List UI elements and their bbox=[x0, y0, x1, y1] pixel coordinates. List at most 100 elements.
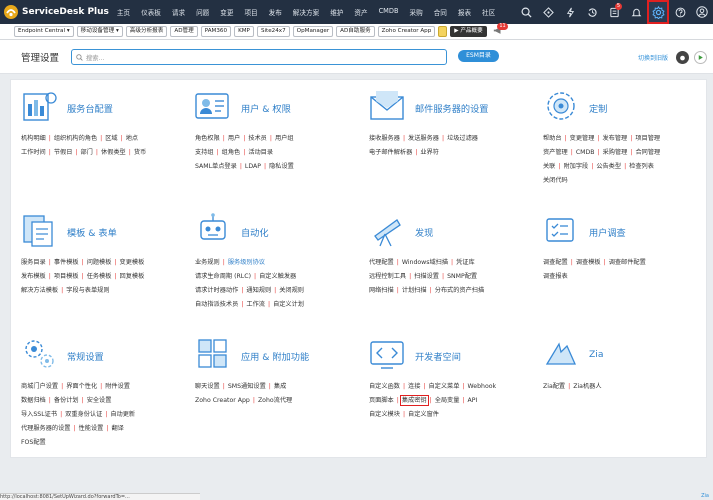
settings-link[interactable]: 工作流 bbox=[246, 301, 265, 308]
product-button[interactable]: Site24x7 bbox=[256, 26, 290, 37]
settings-link[interactable]: 公告类型 bbox=[596, 163, 621, 170]
nav-item[interactable]: 变更 bbox=[220, 7, 233, 17]
nav-item[interactable]: 维护 bbox=[330, 7, 343, 17]
settings-link[interactable]: 机构明细 bbox=[21, 135, 46, 142]
card-title[interactable]: 开发者空间 bbox=[415, 349, 461, 363]
settings-link[interactable]: 聊天设置 bbox=[195, 383, 220, 390]
settings-link[interactable]: SNMP配置 bbox=[447, 273, 477, 280]
settings-link[interactable]: 商城门户设置 bbox=[21, 383, 58, 390]
settings-link[interactable]: 自定义菜单 bbox=[429, 383, 460, 390]
settings-link[interactable]: 服务级别协议 bbox=[228, 259, 265, 266]
settings-link[interactable]: 休假类型 bbox=[101, 149, 126, 156]
nav-item[interactable]: 合同 bbox=[434, 7, 447, 17]
settings-link[interactable]: 回复模板 bbox=[120, 273, 145, 280]
settings-link[interactable]: 页面脚本 bbox=[369, 397, 394, 404]
reminders-icon[interactable]: 5 bbox=[603, 0, 625, 24]
settings-link[interactable]: 部门 bbox=[81, 149, 93, 156]
play-store-icon[interactable] bbox=[694, 51, 707, 64]
settings-link[interactable]: 自定义计划 bbox=[273, 301, 304, 308]
card-title[interactable]: 邮件服务器的设置 bbox=[415, 101, 489, 115]
settings-link[interactable]: 性能设置 bbox=[79, 425, 104, 432]
settings-link[interactable]: 附件设置 bbox=[105, 383, 130, 390]
settings-link[interactable]: 导入SSL证书 bbox=[21, 411, 57, 418]
user-avatar-icon[interactable] bbox=[691, 0, 713, 24]
settings-link[interactable]: 数据归档 bbox=[21, 397, 46, 404]
settings-link[interactable]: 任务模板 bbox=[87, 273, 112, 280]
nav-item[interactable]: CMDB bbox=[379, 7, 399, 17]
nav-item[interactable]: 资产 bbox=[354, 7, 367, 17]
settings-link[interactable]: 请求计时器动作 bbox=[195, 287, 238, 294]
settings-link[interactable]: 调查配置 bbox=[543, 259, 568, 266]
settings-link[interactable]: 代理配置 bbox=[369, 259, 394, 266]
settings-link[interactable]: 检查列表 bbox=[629, 163, 654, 170]
settings-link[interactable]: 活动目录 bbox=[248, 149, 273, 156]
settings-link[interactable]: 垃圾过滤器 bbox=[447, 135, 478, 142]
settings-link[interactable]: 备份计划 bbox=[54, 397, 79, 404]
settings-link[interactable]: 附加字段 bbox=[563, 163, 588, 170]
settings-link[interactable]: 计划扫描 bbox=[402, 287, 427, 294]
settings-link[interactable]: 工作时间 bbox=[21, 149, 46, 156]
settings-link[interactable]: 翻译 bbox=[111, 425, 123, 432]
settings-link[interactable]: 字段与表单规则 bbox=[66, 287, 109, 294]
settings-link[interactable]: 合同管理 bbox=[635, 149, 660, 156]
product-button[interactable]: AD管理 bbox=[170, 26, 198, 37]
card-title[interactable]: 常规设置 bbox=[67, 349, 104, 363]
announcement-icon[interactable]: 11 bbox=[493, 23, 508, 37]
settings-link[interactable]: 采购管理 bbox=[603, 149, 628, 156]
notes-icon[interactable] bbox=[438, 26, 448, 37]
settings-link[interactable]: 帮助台 bbox=[543, 135, 562, 142]
esm-catalog-button[interactable]: ESM目录 bbox=[458, 50, 499, 62]
card-title[interactable]: 自动化 bbox=[241, 225, 269, 239]
nav-item[interactable]: 采购 bbox=[409, 7, 422, 17]
search-input[interactable]: 搜索... bbox=[71, 49, 447, 65]
settings-link[interactable]: 项目管理 bbox=[635, 135, 660, 142]
settings-link[interactable]: 全局变量 bbox=[435, 397, 460, 404]
settings-link[interactable]: 技术员 bbox=[248, 135, 267, 142]
settings-link[interactable]: 扫描设置 bbox=[414, 273, 439, 280]
card-title[interactable]: 用户调查 bbox=[589, 225, 626, 239]
settings-link[interactable]: 通知规则 bbox=[246, 287, 271, 294]
settings-link[interactable]: 业界符 bbox=[420, 149, 439, 156]
settings-link[interactable]: 集成密钥 bbox=[399, 395, 429, 406]
help-icon[interactable] bbox=[669, 0, 691, 24]
settings-link[interactable]: 凭证库 bbox=[456, 259, 475, 266]
settings-link[interactable]: 安全设置 bbox=[87, 397, 112, 404]
settings-link[interactable]: API bbox=[468, 397, 478, 404]
settings-link[interactable]: 界面个性化 bbox=[66, 383, 97, 390]
nav-item[interactable]: 问题 bbox=[196, 7, 209, 17]
card-title[interactable]: 服务台配置 bbox=[67, 101, 113, 115]
lightning-icon[interactable] bbox=[559, 0, 581, 24]
settings-link[interactable]: Zia机器人 bbox=[573, 383, 601, 390]
apple-store-icon[interactable] bbox=[676, 51, 689, 64]
bell-icon[interactable] bbox=[625, 0, 647, 24]
settings-link[interactable]: 集成 bbox=[274, 383, 286, 390]
settings-link[interactable]: SAML单点登录 bbox=[195, 163, 237, 170]
app-logo[interactable]: ServiceDesk Plus bbox=[3, 0, 109, 24]
settings-link[interactable]: 解决方法模板 bbox=[21, 287, 58, 294]
settings-link[interactable]: 调查报表 bbox=[543, 273, 568, 280]
settings-link[interactable]: 关闭代码 bbox=[543, 177, 568, 184]
settings-link[interactable]: 区域 bbox=[105, 135, 117, 142]
settings-link[interactable]: 发送服务器 bbox=[408, 135, 439, 142]
product-button[interactable]: 移动设备管理 ▾ bbox=[76, 26, 123, 37]
nav-item[interactable]: 解决方案 bbox=[293, 7, 319, 17]
settings-link[interactable]: 远程控制工具 bbox=[369, 273, 406, 280]
nav-item[interactable]: 请求 bbox=[172, 7, 185, 17]
settings-link[interactable]: 自定义函数 bbox=[369, 383, 400, 390]
zia-corner-label[interactable]: Zia bbox=[701, 493, 709, 499]
settings-link[interactable]: 事件模板 bbox=[54, 259, 79, 266]
settings-link[interactable]: 问题模板 bbox=[87, 259, 112, 266]
settings-link[interactable]: 关闭规则 bbox=[279, 287, 304, 294]
settings-link[interactable]: 发布模板 bbox=[21, 273, 46, 280]
settings-link[interactable]: 调查邮件配置 bbox=[609, 259, 646, 266]
settings-link[interactable]: Zoho Creator App bbox=[195, 397, 250, 404]
settings-link[interactable]: 请求生命周期 (RLC) bbox=[195, 273, 251, 280]
nav-item[interactable]: 仪表板 bbox=[141, 7, 161, 17]
settings-link[interactable]: 分布式的资产扫描 bbox=[435, 287, 485, 294]
settings-link[interactable]: 双重身份认证 bbox=[65, 411, 102, 418]
settings-link[interactable]: 地点 bbox=[126, 135, 138, 142]
settings-link[interactable]: 自定义模块 bbox=[369, 411, 400, 418]
nav-item[interactable]: 发布 bbox=[269, 7, 282, 17]
settings-link[interactable]: 自定义触发器 bbox=[259, 273, 296, 280]
settings-link[interactable]: LDAP bbox=[245, 163, 261, 170]
